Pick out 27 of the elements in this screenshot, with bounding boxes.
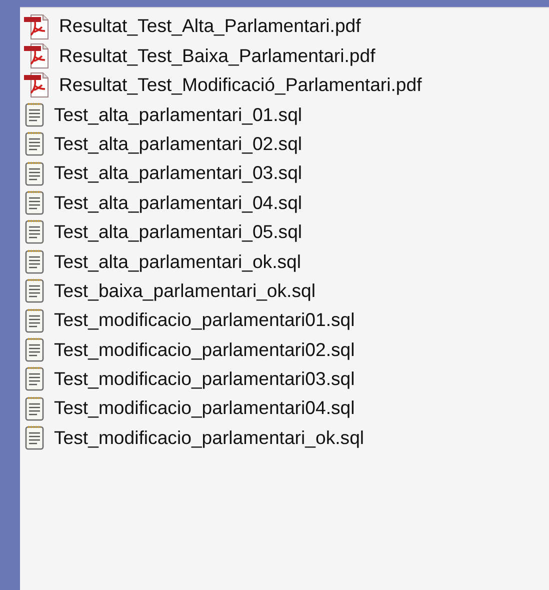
file-name[interactable]: Test_modificacio_parlamentari01.sql: [54, 311, 355, 330]
text-file-icon: [23, 131, 46, 158]
file-name[interactable]: Test_alta_parlamentari_02.sql: [54, 134, 302, 154]
file-name[interactable]: Test_modificacio_parlamentari_ok.sql: [54, 428, 364, 448]
file-name[interactable]: Resultat_Test_Baixa_Parlamentari.pdf: [59, 46, 376, 66]
file-name[interactable]: Resultat_Test_Modificació_Parlamentari.pdf: [59, 76, 422, 95]
file-name[interactable]: Test_modificacio_parlamentari04.sql: [54, 399, 355, 418]
file-name[interactable]: Resultat_Test_Alta_Parlamentari.pdf: [59, 17, 361, 36]
text-file-icon: [23, 160, 46, 187]
file-name[interactable]: Test_modificacio_parlamentari03.sql: [54, 370, 355, 389]
file-name[interactable]: Test_alta_parlamentari_ok.sql: [54, 252, 302, 272]
text-file-icon: [23, 278, 46, 304]
text-file-icon: [23, 308, 46, 334]
text-file-icon: [23, 336, 46, 363]
text-file-icon: [23, 248, 46, 275]
file-name[interactable]: Test_alta_parlamentari_01.sql: [54, 106, 302, 124]
text-file-icon: [23, 190, 46, 216]
file-name[interactable]: Test_alta_parlamentari_05.sql: [54, 223, 302, 242]
file-name[interactable]: Test_baixa_parlamentari_ok.sql: [54, 282, 316, 300]
text-file-icon: [23, 366, 46, 392]
text-file-icon: [23, 102, 46, 128]
file-name[interactable]: Test_alta_parlamentari_04.sql: [54, 194, 302, 212]
text-file-icon: [23, 425, 46, 452]
text-file-icon: [23, 396, 46, 422]
text-file-icon: [23, 219, 46, 246]
file-name[interactable]: Test_alta_parlamentari_03.sql: [54, 164, 302, 183]
file-name[interactable]: Test_modificacio_parlamentari02.sql: [54, 340, 355, 360]
